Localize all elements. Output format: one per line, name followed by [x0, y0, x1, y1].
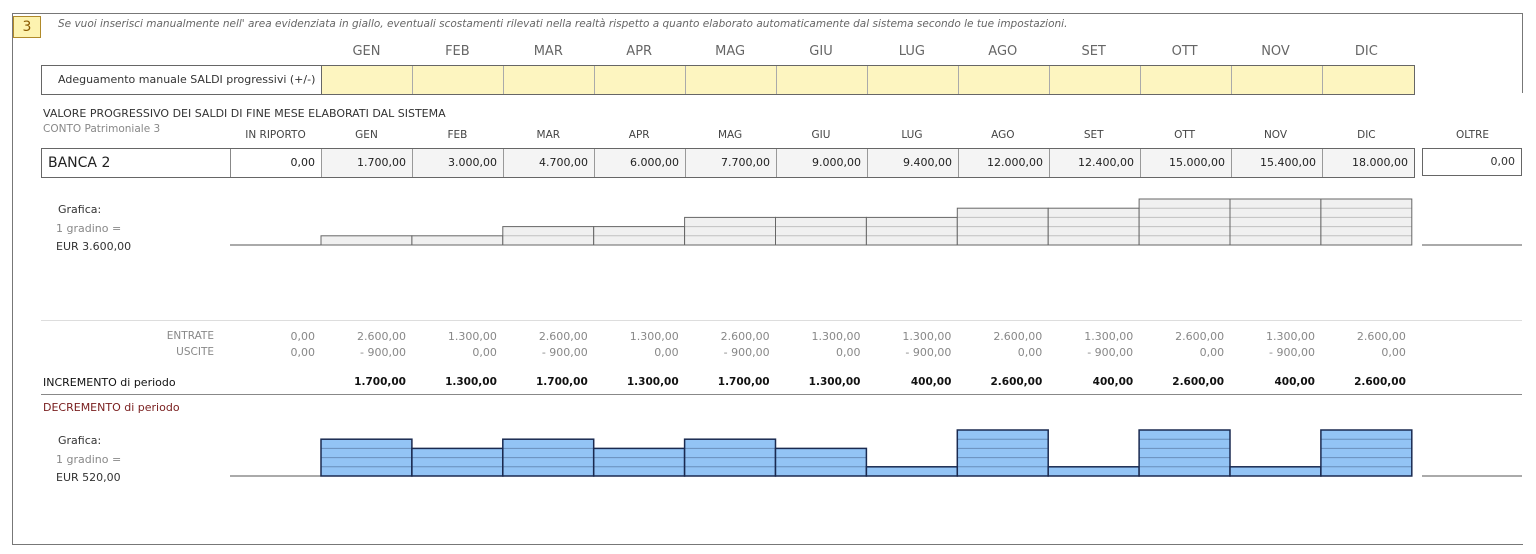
inc-bar: [774, 447, 868, 477]
inc-bar: [592, 447, 686, 477]
bal-bar: [865, 216, 958, 246]
bal-bar: [1138, 198, 1231, 246]
inc-bar: [1320, 429, 1413, 477]
bal-bar: [411, 235, 504, 246]
inc-bar: [1047, 466, 1140, 477]
bal-bar: [1320, 198, 1413, 246]
bal-bar: [684, 216, 776, 246]
inc-bar: [411, 447, 504, 477]
inc-bar: [865, 466, 959, 477]
inc-bar: [1138, 429, 1231, 477]
bal-bar: [1229, 198, 1322, 246]
inc-bar: [956, 429, 1049, 477]
step-charts: [230, 198, 1522, 477]
bal-bar: [775, 216, 867, 246]
inc-bar: [1229, 466, 1322, 477]
bal-bar: [320, 235, 413, 246]
